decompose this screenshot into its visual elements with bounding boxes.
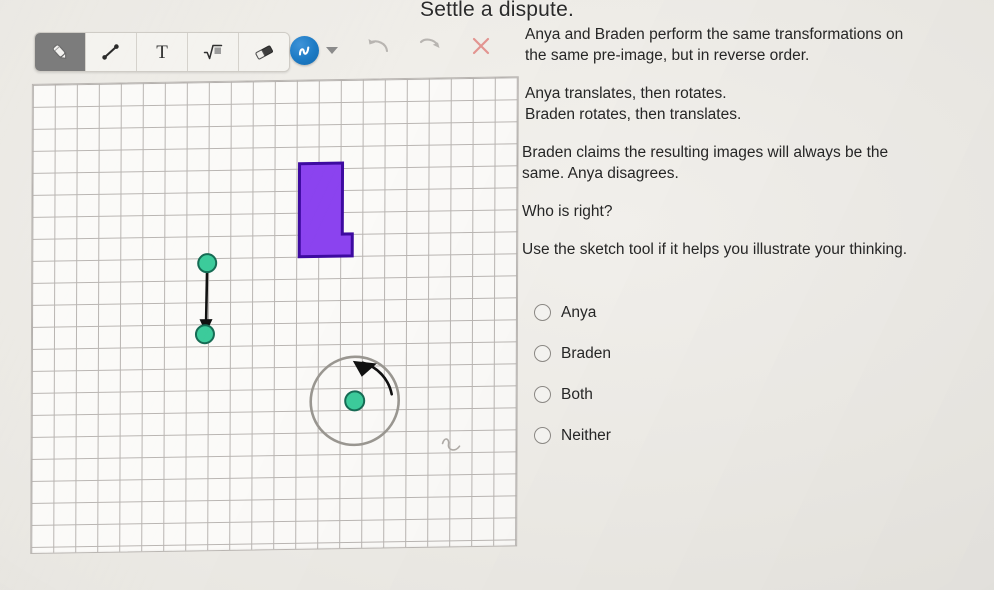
eraser-icon [255, 45, 273, 60]
stroke-style-group [290, 36, 338, 65]
choice-braden[interactable]: Braden [534, 333, 834, 374]
choice-both[interactable]: Both [534, 374, 834, 415]
worksheet-screen: Settle a dispute. T Anya and Braden perf… [0, 0, 994, 590]
choice-label: Neither [561, 426, 611, 444]
text-tool[interactable]: T [137, 33, 188, 71]
undo-arrow-icon [368, 39, 389, 53]
canvas-overlay [194, 161, 461, 451]
sketch-toolbar: T [34, 32, 290, 72]
answer-choices: Anya Braden Both Neither [534, 292, 834, 456]
close-x-icon [472, 37, 490, 55]
stroke-style-dropdown[interactable] [326, 47, 338, 54]
prompt-hint: Use the sketch tool if it helps you illu… [522, 241, 908, 258]
eraser-tool[interactable] [239, 33, 289, 71]
choice-neither[interactable]: Neither [534, 415, 834, 456]
line-tool[interactable] [86, 33, 137, 71]
redo-arrow-icon [419, 38, 440, 48]
undo-button[interactable] [365, 35, 391, 62]
prompt-line-6: same. Anya disagrees. [522, 165, 679, 182]
choice-label: Both [561, 385, 593, 403]
redo-button[interactable] [417, 35, 443, 62]
squiggle-icon [298, 45, 309, 56]
radio-button-icon[interactable] [534, 427, 551, 444]
pencil-tool[interactable] [35, 33, 86, 71]
l-shape-polygon [297, 161, 354, 259]
choice-label: Braden [561, 344, 611, 362]
sketch-canvas[interactable] [21, 70, 543, 568]
stray-pencil-mark [441, 438, 461, 451]
radio-button-icon[interactable] [534, 304, 551, 321]
prompt-line-4: Braden rotates, then translates. [525, 106, 742, 123]
page-title: Settle a dispute. [420, 0, 574, 21]
prompt-line-5: Braden claims the resulting images will … [522, 144, 889, 161]
square-root-icon [203, 44, 223, 60]
text-icon: T [156, 41, 168, 63]
math-tool[interactable] [188, 33, 239, 71]
prompt-line-3: Anya translates, then rotates. [525, 85, 727, 102]
choice-label: Anya [561, 303, 597, 321]
radio-button-icon[interactable] [534, 386, 551, 403]
rotation-marker [309, 355, 400, 447]
prompt-question: Who is right? [522, 203, 613, 220]
pencil-icon [52, 44, 67, 59]
prompt-line-2: the same pre-image, but in reverse order… [525, 47, 810, 64]
radio-button-icon[interactable] [534, 345, 551, 362]
question-prompt: Anya and Braden perform the same transfo… [522, 24, 994, 277]
squiggle-style-button[interactable] [290, 36, 319, 65]
translation-vector [194, 253, 218, 345]
clear-button[interactable] [469, 34, 493, 63]
line-segment-icon [102, 44, 119, 60]
history-controls [365, 34, 493, 63]
choice-anya[interactable]: Anya [534, 292, 834, 333]
prompt-line-1: Anya and Braden perform the same transfo… [525, 26, 904, 43]
